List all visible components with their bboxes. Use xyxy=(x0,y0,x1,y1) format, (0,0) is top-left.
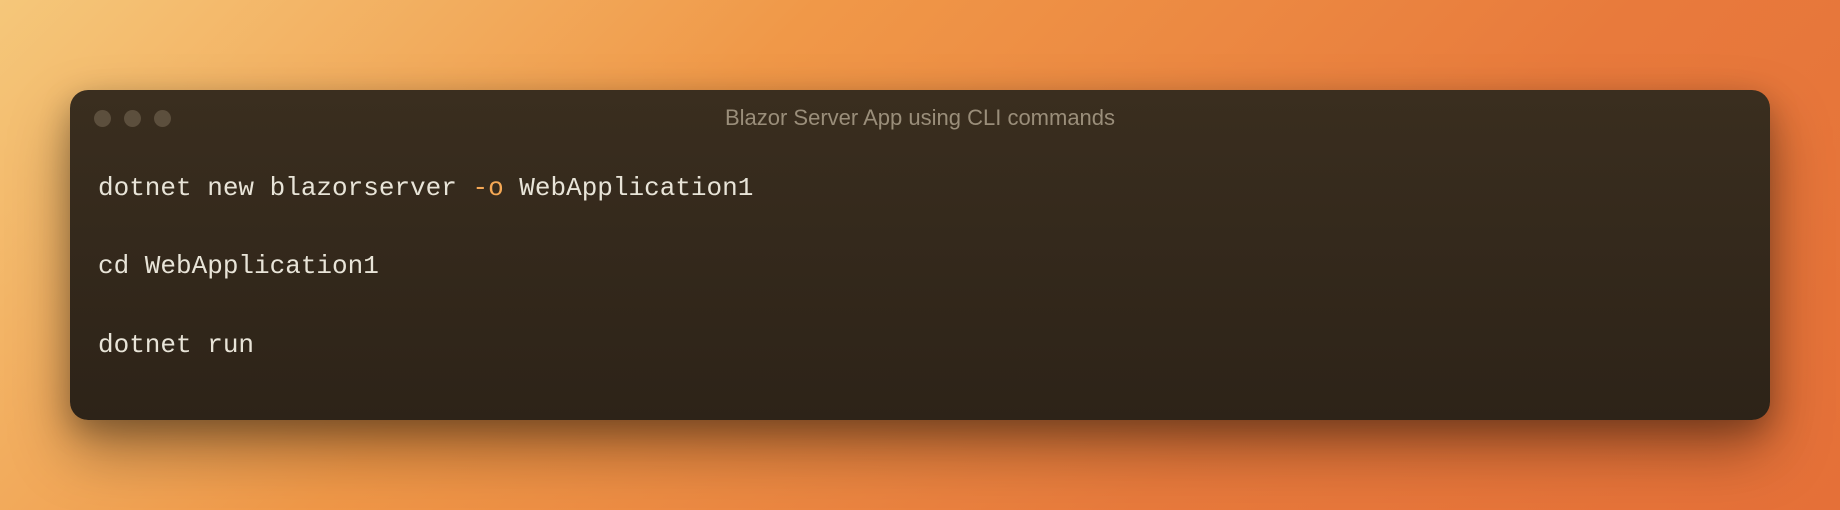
terminal-window: Blazor Server App using CLI commands dot… xyxy=(70,90,1770,420)
window-title: Blazor Server App using CLI commands xyxy=(725,105,1115,131)
title-bar: Blazor Server App using CLI commands xyxy=(70,90,1770,146)
code-line-3: dotnet run xyxy=(98,327,1742,363)
terminal-body[interactable]: dotnet new blazorserver -o WebApplicatio… xyxy=(70,146,1770,420)
close-button[interactable] xyxy=(94,110,111,127)
code-line-2: cd WebApplication1 xyxy=(98,248,1742,284)
code-text: WebApplication1 xyxy=(504,173,754,203)
code-line-1: dotnet new blazorserver -o WebApplicatio… xyxy=(98,170,1742,206)
cli-flag: -o xyxy=(472,173,503,203)
traffic-lights xyxy=(94,110,171,127)
code-text: dotnet new blazorserver xyxy=(98,173,472,203)
maximize-button[interactable] xyxy=(154,110,171,127)
minimize-button[interactable] xyxy=(124,110,141,127)
